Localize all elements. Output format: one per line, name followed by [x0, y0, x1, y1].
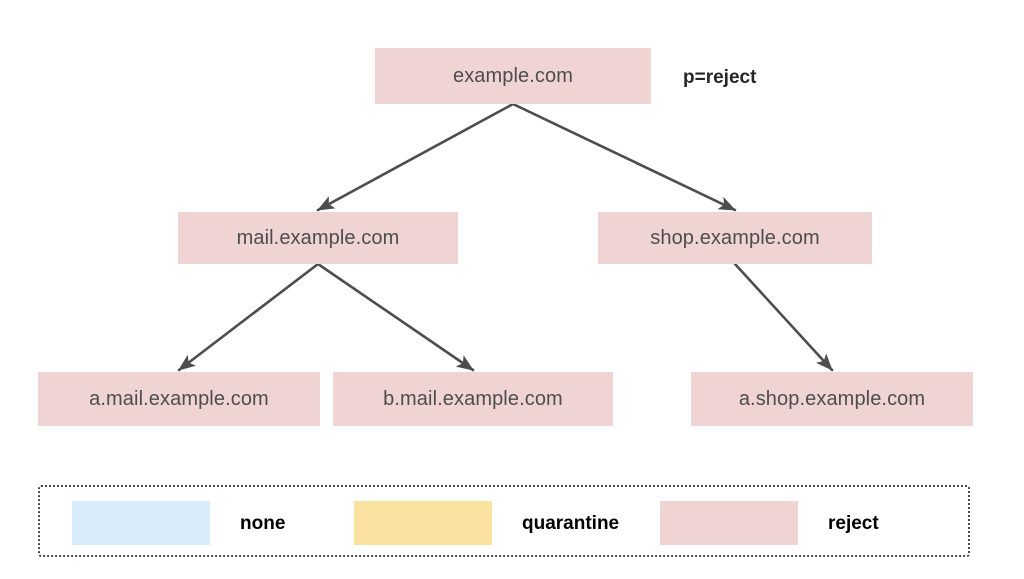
- edge-root-to-shop: [511, 102, 737, 212]
- domain-node-root[interactable]: example.com: [375, 48, 651, 104]
- domain-node-shop[interactable]: shop.example.com: [598, 212, 872, 264]
- edge-shop-to-a-shop: [733, 262, 834, 372]
- legend-item-none: none: [72, 501, 285, 545]
- legend-label-reject: reject: [828, 512, 879, 534]
- edge-mail-to-b-mail: [316, 262, 475, 372]
- edge-root-to-mail: [316, 102, 515, 212]
- domain-node-b-mail[interactable]: b.mail.example.com: [333, 372, 613, 426]
- legend-swatch-quarantine: [354, 501, 492, 545]
- domain-node-a-mail[interactable]: a.mail.example.com: [38, 372, 320, 426]
- domain-node-label: example.com: [452, 65, 574, 87]
- legend: none quarantine reject: [38, 485, 970, 557]
- edge-mail-to-a-mail: [177, 262, 320, 372]
- legend-label-none: none: [240, 512, 286, 534]
- domain-node-label: mail.example.com: [236, 227, 400, 249]
- legend-item-reject: reject: [660, 501, 879, 545]
- legend-item-quarantine: quarantine: [354, 501, 619, 545]
- legend-swatch-reject: [660, 501, 798, 545]
- domain-node-label: shop.example.com: [650, 227, 820, 249]
- domain-node-label: a.mail.example.com: [89, 388, 269, 410]
- domain-node-mail[interactable]: mail.example.com: [178, 212, 458, 264]
- root-policy-tag: p=reject: [683, 67, 757, 88]
- legend-label-quarantine: quarantine: [522, 512, 620, 534]
- domain-node-a-shop[interactable]: a.shop.example.com: [691, 372, 973, 426]
- domain-node-label: b.mail.example.com: [383, 388, 563, 410]
- domain-node-label: a.shop.example.com: [738, 388, 926, 410]
- diagram-canvas: example.com mail.example.com shop.example.…: [0, 0, 1024, 579]
- legend-swatch-none: [72, 501, 210, 545]
